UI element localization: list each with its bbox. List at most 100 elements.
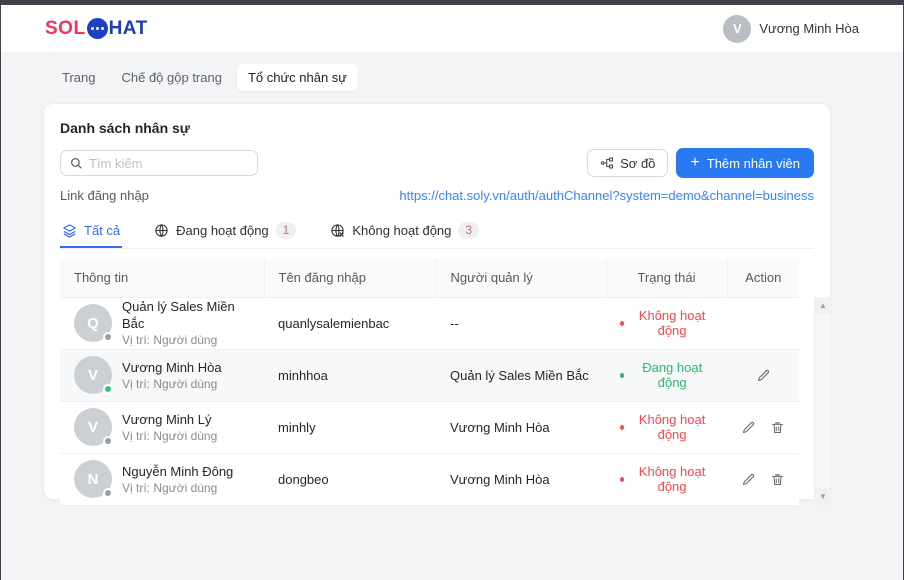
- trash-icon: [770, 472, 785, 487]
- tab-inactive[interactable]: Không hoạt động 3: [328, 215, 481, 248]
- tab-inactive-count-badge: 3: [458, 222, 479, 239]
- username-cell: dongbeo: [264, 453, 436, 505]
- scroll-up-arrow[interactable]: ▲: [815, 297, 831, 314]
- login-link-url[interactable]: https://chat.soly.vn/auth/authChannel?sy…: [399, 188, 814, 203]
- col-header-info: Thông tin: [60, 259, 264, 297]
- pencil-icon: [741, 420, 756, 435]
- pencil-icon: [756, 368, 771, 383]
- layers-icon: [62, 223, 77, 238]
- edit-button[interactable]: [741, 420, 756, 435]
- presence-dot: [103, 488, 113, 498]
- avatar: Q: [74, 304, 112, 342]
- add-employee-label: Thêm nhân viên: [707, 156, 800, 171]
- presence-dot: [103, 436, 113, 446]
- staff-list-card: Danh sách nhân sự Sơ đồ + Thêm nhân viên…: [43, 103, 831, 500]
- tab-active-count-badge: 1: [276, 222, 297, 239]
- col-header-action: Action: [727, 259, 799, 297]
- tab-all[interactable]: Tất cả: [60, 216, 122, 247]
- avatar: V: [74, 408, 112, 446]
- avatar: V: [74, 356, 112, 394]
- tab-active-label: Đang hoạt động: [176, 223, 269, 238]
- tab-inactive-label: Không hoạt động: [352, 223, 451, 238]
- col-header-username: Tên đăng nhập: [264, 259, 436, 297]
- manager-cell: Vương Minh Hòa: [436, 401, 606, 453]
- person-name: Nguyễn Minh Đông: [122, 463, 233, 480]
- status-badge: Không hoạt động: [620, 308, 713, 338]
- person-position: Vị trí: Người dùng: [122, 376, 222, 392]
- add-employee-button[interactable]: + Thêm nhân viên: [676, 148, 814, 178]
- row-actions: [741, 472, 785, 487]
- manager-cell: Vương Minh Hòa: [436, 453, 606, 505]
- nav-item-che-do-gop-trang[interactable]: Chế độ gộp trang: [110, 64, 232, 91]
- person-position: Vị trí: Người dùng: [122, 332, 250, 348]
- nav-item-trang[interactable]: Trang: [51, 64, 106, 91]
- login-link-label: Link đăng nhập: [60, 188, 149, 203]
- person-cell: V Vương Minh Lý Vị trí: Người dùng: [74, 408, 250, 446]
- globe-icon: [154, 223, 169, 238]
- avatar: N: [74, 460, 112, 498]
- user-name: Vương Minh Hòa: [759, 21, 859, 36]
- main-nav: Trang Chế độ gộp trang Tổ chức nhân sự: [51, 64, 358, 91]
- tab-all-label: Tất cả: [84, 223, 120, 238]
- table-row[interactable]: N Nguyễn Minh Đông Vị trí: Người dùng do…: [60, 453, 799, 505]
- manager-cell: --: [436, 297, 606, 349]
- toolbar-buttons: Sơ đồ + Thêm nhân viên: [587, 148, 814, 178]
- manager-cell: Quản lý Sales Miền Bắc: [436, 349, 606, 401]
- avatar[interactable]: V: [723, 15, 751, 43]
- col-header-manager: Người quản lý: [436, 259, 606, 297]
- nav-item-to-chuc-nhan-su[interactable]: Tổ chức nhân sự: [237, 64, 358, 91]
- plus-icon: +: [690, 155, 699, 171]
- table-header-row: Thông tin Tên đăng nhập Người quản lý Tr…: [60, 259, 799, 297]
- username-cell: quanlysalemienbac: [264, 297, 436, 349]
- person-position: Vị trí: Người dùng: [122, 428, 217, 444]
- username-cell: minhly: [264, 401, 436, 453]
- login-link-row: Link đăng nhập https://chat.soly.vn/auth…: [60, 188, 814, 203]
- username-cell: minhhoa: [264, 349, 436, 401]
- person-cell: V Vương Minh Hòa Vị trí: Người dùng: [74, 356, 250, 394]
- status-badge: Không hoạt động: [620, 464, 713, 494]
- search-box[interactable]: [60, 150, 258, 176]
- pencil-icon: [741, 472, 756, 487]
- app-window: SOL HAT V Vương Minh Hòa Trang Chế độ gộ…: [0, 0, 904, 580]
- person-name: Quản lý Sales Miền Bắc: [122, 298, 250, 332]
- table-row[interactable]: V Vương Minh Lý Vị trí: Người dùng minhl…: [60, 401, 799, 453]
- edit-button[interactable]: [741, 472, 756, 487]
- solchat-logo: SOL HAT: [45, 18, 148, 40]
- person-name: Vương Minh Lý: [122, 411, 217, 428]
- status-badge: Đang hoạt động: [620, 360, 713, 390]
- table-row[interactable]: V Vương Minh Hòa Vị trí: Người dùng minh…: [60, 349, 799, 401]
- globe-off-icon: [330, 223, 345, 238]
- search-icon: [69, 156, 83, 170]
- person-cell: Q Quản lý Sales Miền Bắc Vị trí: Người d…: [74, 298, 250, 348]
- user-menu[interactable]: V Vương Minh Hòa: [723, 15, 859, 43]
- edit-button[interactable]: [756, 368, 771, 383]
- staff-table: Thông tin Tên đăng nhập Người quản lý Tr…: [60, 259, 814, 506]
- table-row[interactable]: Q Quản lý Sales Miền Bắc Vị trí: Người d…: [60, 297, 799, 349]
- top-header: SOL HAT V Vương Minh Hòa: [1, 5, 903, 52]
- tab-active[interactable]: Đang hoạt động 1: [152, 215, 298, 248]
- sitemap-icon: [600, 156, 614, 170]
- logo-text-hat: HAT: [109, 18, 148, 40]
- chat-bubble-icon: [87, 18, 108, 39]
- toolbar: Sơ đồ + Thêm nhân viên: [60, 148, 814, 178]
- col-header-status: Trạng thái: [606, 259, 727, 297]
- scroll-down-arrow[interactable]: ▼: [815, 488, 831, 505]
- logo-text-sol: SOL: [45, 18, 86, 40]
- person-name: Vương Minh Hòa: [122, 359, 222, 376]
- diagram-button-label: Sơ đồ: [620, 156, 655, 171]
- page-title: Danh sách nhân sự: [60, 120, 814, 136]
- delete-button[interactable]: [770, 420, 785, 435]
- person-cell: N Nguyễn Minh Đông Vị trí: Người dùng: [74, 460, 250, 498]
- row-actions: [741, 368, 785, 383]
- presence-dot: [103, 332, 113, 342]
- presence-dot: [103, 384, 113, 394]
- delete-button[interactable]: [770, 472, 785, 487]
- status-badge: Không hoạt động: [620, 412, 713, 442]
- table-scrollbar[interactable]: ▲ ▼: [814, 297, 831, 505]
- person-position: Vị trí: Người dùng: [122, 480, 233, 496]
- search-input[interactable]: [89, 156, 249, 171]
- diagram-button[interactable]: Sơ đồ: [587, 149, 668, 177]
- trash-icon: [770, 420, 785, 435]
- filter-tabs: Tất cả Đang hoạt động 1 Không hoạt động …: [60, 215, 814, 249]
- row-actions: [741, 420, 785, 435]
